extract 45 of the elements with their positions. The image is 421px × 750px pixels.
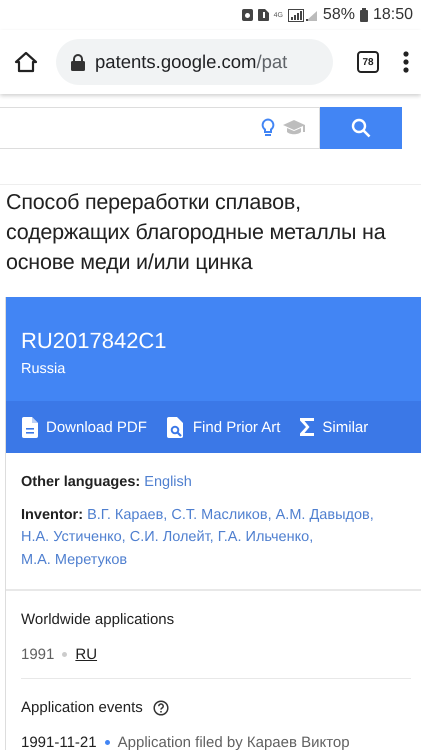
separator-dot: [62, 652, 68, 658]
inventor-link[interactable]: С.Т. Масликов,: [171, 506, 272, 522]
section-heading: Application events: [21, 698, 143, 718]
document-search-icon: [166, 416, 185, 438]
search-field[interactable]: [0, 107, 320, 149]
action-button[interactable]: Similar: [300, 418, 368, 436]
lightbulb-icon[interactable]: [261, 118, 275, 138]
battery-icon: [360, 8, 368, 22]
document-icon: [22, 416, 38, 438]
inventor-link[interactable]: М.А. Меретуков: [21, 552, 128, 568]
action-button[interactable]: Find Prior Art: [166, 416, 280, 438]
menu-icon[interactable]: [403, 51, 409, 73]
inventor-link[interactable]: С.И. Лолейт,: [130, 529, 214, 545]
url-text: patents.google.com/pat: [95, 51, 288, 73]
event-date: 1991-11-21: [21, 732, 97, 750]
inventor-text: Inventor: В.Г. Караев, С.Т. Масликов, А.М. Давыдов, Н.А. Устиченко, С.И. Лолейт, Г.А. Ильченко, М.А. Меретуков: [21, 506, 375, 570]
language-link[interactable]: English: [144, 474, 192, 490]
search-button[interactable]: [320, 107, 402, 149]
battery-percent: 58%: [322, 6, 355, 24]
help-icon[interactable]: [152, 700, 169, 716]
sim-icon: [258, 9, 269, 21]
address-bar[interactable]: patents.google.com/pat: [56, 39, 333, 85]
inventor-link[interactable]: А.М. Давыдов,: [276, 506, 374, 522]
notification-icon: [242, 9, 253, 21]
home-icon[interactable]: [14, 51, 38, 73]
patent-country: Russia: [21, 361, 66, 377]
patent-title: Способ переработки сплавов, содержащих благородные металлы на основе меди и/или цинка: [6, 189, 387, 276]
graduation-cap-icon[interactable]: [283, 120, 305, 136]
lock-icon: [71, 54, 85, 70]
event-text: Application filed by Караев Виктор: [118, 732, 350, 750]
patent-number: RU2017842C1: [21, 327, 168, 355]
inventor-link[interactable]: В.Г. Караев,: [87, 506, 168, 522]
application-year: 1991: [21, 644, 54, 664]
sigma-icon: [300, 418, 314, 436]
inventor-link[interactable]: Г.А. Ильченко,: [218, 529, 314, 545]
country-link[interactable]: RU: [75, 644, 98, 666]
timeline-dot: [104, 740, 110, 746]
action-button[interactable]: Download PDF: [22, 416, 147, 438]
section-heading: Worldwide applications: [21, 610, 176, 630]
signal-icon: [288, 8, 318, 22]
inventor-link[interactable]: Н.А. Устиченко,: [21, 529, 126, 545]
other-languages-text: Other languages: English: [21, 473, 193, 492]
tab-count-button[interactable]: 78: [357, 51, 379, 73]
clock-time: 18:50: [372, 6, 413, 24]
search-icon: [351, 118, 371, 138]
